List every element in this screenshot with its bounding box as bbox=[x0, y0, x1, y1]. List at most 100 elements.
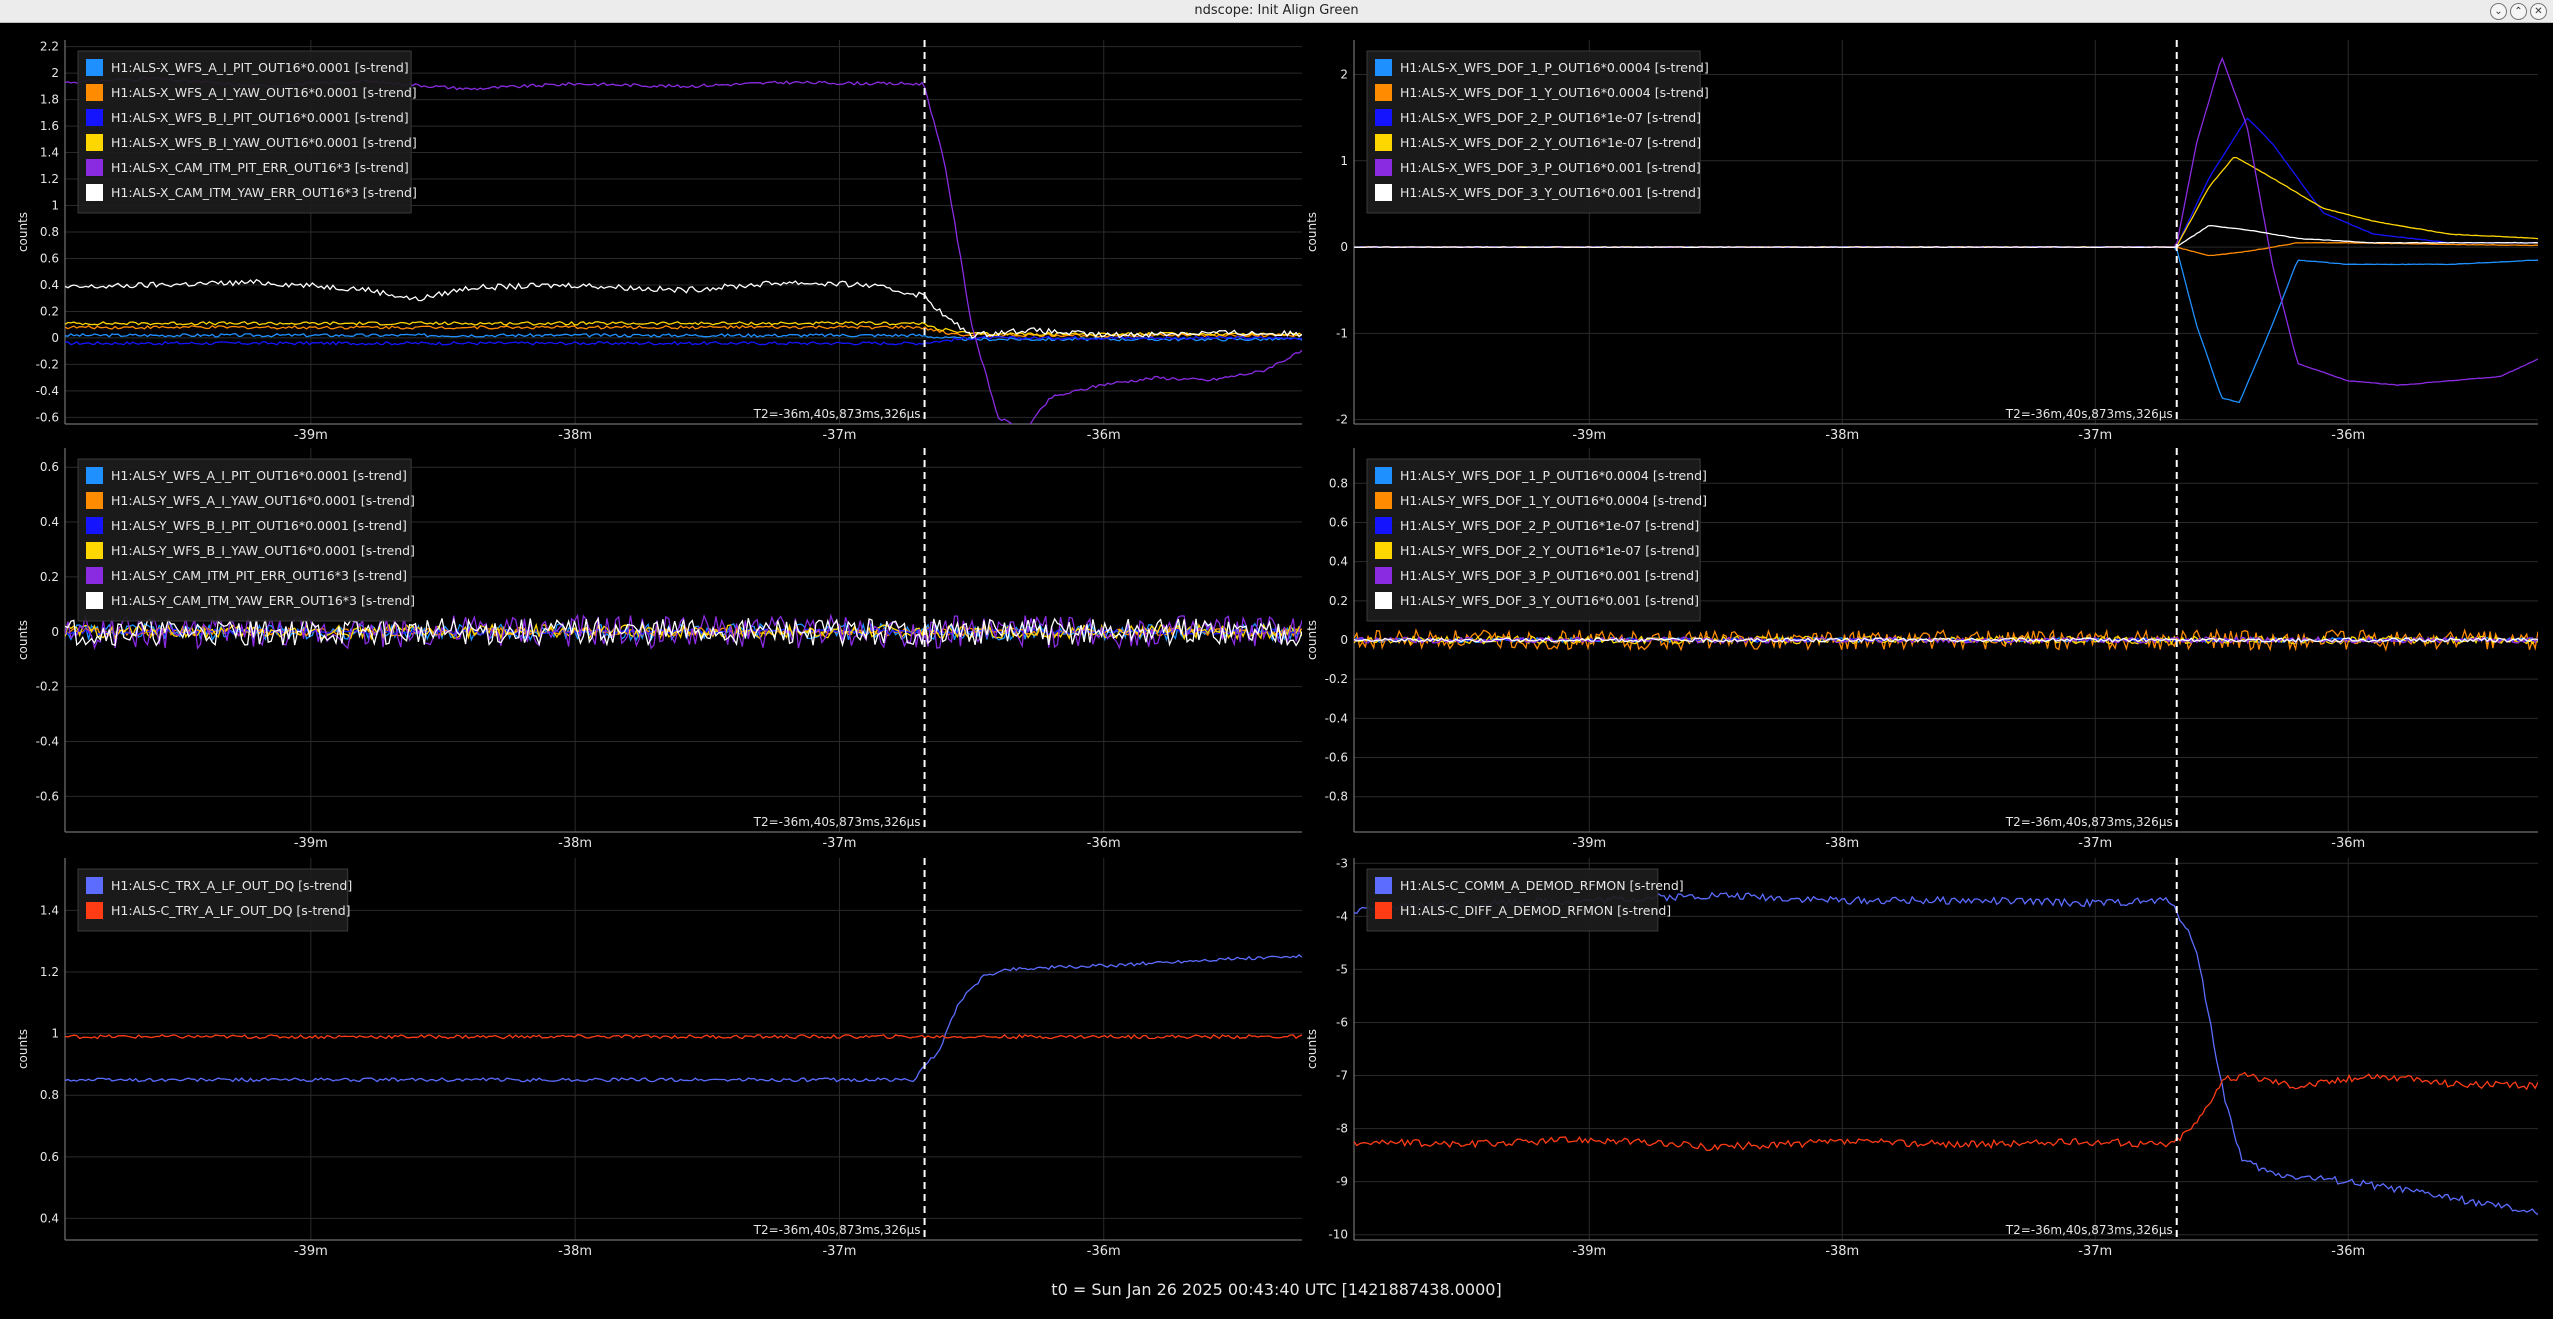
legend-entry: H1:ALS-C_TRX_A_LF_OUT_DQ [s-trend] bbox=[111, 878, 352, 893]
t0-label: t0 = Sun Jan 26 2025 00:43:40 UTC [14218… bbox=[1051, 1280, 1502, 1299]
x-tick-label: -37m bbox=[2078, 428, 2112, 443]
y-tick-label: 0.2 bbox=[40, 570, 59, 584]
y-tick-label: 2 bbox=[1340, 68, 1348, 82]
y-tick-label: 0.6 bbox=[1329, 515, 1348, 529]
legend-swatch bbox=[1375, 134, 1392, 151]
cursor-label: T2=-36m,40s,873ms,326μs bbox=[2005, 1223, 2173, 1237]
legend-swatch bbox=[1375, 517, 1392, 534]
legend-swatch bbox=[1375, 902, 1392, 919]
legend-entry: H1:ALS-X_WFS_DOF_1_Y_OUT16*0.0004 [s-tre… bbox=[1400, 85, 1709, 100]
legend-swatch bbox=[1375, 109, 1392, 126]
legend-swatch bbox=[1375, 184, 1392, 201]
legend-entry: H1:ALS-X_WFS_DOF_3_P_OUT16*0.001 [s-tren… bbox=[1400, 160, 1701, 175]
legend-swatch bbox=[86, 109, 103, 126]
y-tick-label: -6 bbox=[1336, 1015, 1348, 1029]
legend-entry: H1:ALS-X_WFS_A_I_PIT_OUT16*0.0001 [s-tre… bbox=[111, 60, 409, 75]
series-line-1 bbox=[65, 1033, 1302, 1040]
y-axis-label: counts bbox=[16, 212, 30, 252]
y-tick-label: -0.6 bbox=[36, 410, 59, 424]
x-tick-label: -39m bbox=[1572, 1244, 1606, 1259]
x-tick-label: -38m bbox=[1825, 836, 1859, 851]
x-tick-label: -36m bbox=[2331, 1244, 2365, 1259]
legend-swatch bbox=[1375, 492, 1392, 509]
chart-demod: -39m -38m -37m -36m -10 -9 -8 -7 -6 -5 -4 -3 counts T… bbox=[1305, 856, 2538, 1259]
legend-entry: H1:ALS-Y_WFS_DOF_3_Y_OUT16*0.001 [s-tren… bbox=[1400, 593, 1699, 608]
legend-swatch bbox=[1375, 877, 1392, 894]
chart-yarm-wfs: -39m -38m -37m -36m -0.6 -0.4 -0.2 0 0.2 0.4 0.6 co… bbox=[16, 448, 1302, 851]
legend-entry: H1:ALS-X_CAM_ITM_PIT_ERR_OUT16*3 [s-tren… bbox=[111, 160, 409, 175]
series-group bbox=[1354, 891, 2538, 1216]
legend-swatch bbox=[1375, 542, 1392, 559]
y-tick-label: -0.6 bbox=[36, 789, 59, 803]
legend-entry: H1:ALS-X_WFS_DOF_2_P_OUT16*1e-07 [s-tren… bbox=[1400, 110, 1701, 125]
series-line-0 bbox=[65, 954, 1302, 1083]
series-line-0 bbox=[1354, 246, 2538, 404]
y-tick-label: 1.6 bbox=[40, 119, 59, 133]
legend-entry: H1:ALS-X_WFS_DOF_1_P_OUT16*0.0004 [s-tre… bbox=[1400, 60, 1709, 75]
y-tick-label: -0.2 bbox=[1325, 672, 1348, 686]
legend-entry: H1:ALS-C_COMM_A_DEMOD_RFMON [s-trend] bbox=[1400, 878, 1684, 893]
legend-swatch bbox=[1375, 159, 1392, 176]
x-tick-label: -37m bbox=[822, 428, 856, 443]
y-axis-label: counts bbox=[1305, 620, 1319, 660]
x-tick-label: -39m bbox=[294, 1244, 328, 1259]
window-titlebar: ndscope: Init Align Green ⌄ ⌃ ✕ bbox=[0, 0, 2553, 23]
x-tick-label: -39m bbox=[1572, 836, 1606, 851]
legend-entry: H1:ALS-C_TRY_A_LF_OUT_DQ [s-trend] bbox=[111, 903, 351, 918]
close-icon[interactable]: ✕ bbox=[2530, 3, 2547, 20]
y-tick-label: 0.2 bbox=[40, 304, 59, 318]
x-tick-label: -39m bbox=[1572, 428, 1606, 443]
x-tick-label: -36m bbox=[2331, 836, 2365, 851]
cursor-label: T2=-36m,40s,873ms,326μs bbox=[2005, 815, 2173, 829]
legend-entry: H1:ALS-X_CAM_ITM_YAW_ERR_OUT16*3 [s-tren… bbox=[111, 185, 417, 200]
series-line-1 bbox=[1354, 241, 2538, 257]
y-tick-label: -1 bbox=[1336, 326, 1348, 340]
chart-xarm-wfs: -39m -38m -37m -36m -0.6 -0.4 -0.2 0 0.2 0.4 0.6 0.… bbox=[16, 40, 1302, 443]
x-tick-label: -38m bbox=[558, 836, 592, 851]
y-axis-label: counts bbox=[16, 620, 30, 660]
y-tick-label: 1 bbox=[1340, 154, 1348, 168]
y-tick-label: -0.8 bbox=[1325, 790, 1348, 804]
series-group bbox=[1354, 627, 2538, 652]
y-tick-label: 1.8 bbox=[40, 93, 59, 107]
legend-entry: H1:ALS-X_WFS_DOF_3_Y_OUT16*0.001 [s-tren… bbox=[1400, 185, 1701, 200]
x-tick-label: -36m bbox=[1087, 1244, 1121, 1259]
window-title: ndscope: Init Align Green bbox=[1194, 3, 1359, 18]
plot-grid: -39m -38m -37m -36m -0.6 -0.4 -0.2 0 0.2 0.4 0.6 0.… bbox=[16, 40, 2538, 1259]
cursor-label: T2=-36m,40s,873ms,326μs bbox=[753, 815, 921, 829]
y-tick-label: 0 bbox=[51, 625, 59, 639]
y-tick-label: 0.6 bbox=[40, 251, 59, 265]
legend-entry: H1:ALS-Y_WFS_A_I_YAW_OUT16*0.0001 [s-tre… bbox=[111, 493, 415, 508]
y-tick-label: -0.2 bbox=[36, 680, 59, 694]
legend-swatch bbox=[86, 84, 103, 101]
y-tick-label: 0.2 bbox=[1329, 594, 1348, 608]
legend-entry: H1:ALS-Y_WFS_DOF_3_P_OUT16*0.001 [s-tren… bbox=[1400, 568, 1699, 583]
legend-swatch bbox=[86, 902, 103, 919]
y-tick-label: -8 bbox=[1336, 1122, 1348, 1136]
x-tick-label: -38m bbox=[1825, 1244, 1859, 1259]
x-tick-label: -36m bbox=[1087, 428, 1121, 443]
y-tick-label: 1.4 bbox=[40, 903, 59, 917]
cursor-label: T2=-36m,40s,873ms,326μs bbox=[753, 1223, 921, 1237]
x-tick-label: -38m bbox=[1825, 428, 1859, 443]
legend-swatch bbox=[86, 184, 103, 201]
minimize-icon[interactable]: ⌄ bbox=[2490, 3, 2507, 20]
legend-swatch bbox=[86, 542, 103, 559]
x-tick-label: -37m bbox=[822, 836, 856, 851]
legend-entry: H1:ALS-Y_WFS_DOF_1_P_OUT16*0.0004 [s-tre… bbox=[1400, 468, 1707, 483]
legend-entry: H1:ALS-X_WFS_B_I_PIT_OUT16*0.0001 [s-tre… bbox=[111, 110, 409, 125]
chart-trans: -39m -38m -37m -36m 0.4 0.6 0.8 1 1.2 1.4 counts T2… bbox=[16, 858, 1302, 1259]
y-tick-label: -10 bbox=[1328, 1228, 1348, 1242]
y-tick-label: -2 bbox=[1336, 413, 1348, 427]
y-tick-label: -0.6 bbox=[1325, 751, 1348, 765]
legend-entry: H1:ALS-Y_WFS_DOF_1_Y_OUT16*0.0004 [s-tre… bbox=[1400, 493, 1707, 508]
y-tick-label: -4 bbox=[1336, 909, 1348, 923]
y-tick-label: 0.4 bbox=[40, 515, 59, 529]
x-tick-label: -36m bbox=[1087, 836, 1121, 851]
y-tick-label: 0 bbox=[1340, 633, 1348, 647]
series-line-0 bbox=[65, 332, 1302, 342]
legend-entry: H1:ALS-X_WFS_DOF_2_Y_OUT16*1e-07 [s-tren… bbox=[1400, 135, 1701, 150]
y-tick-label: 1.4 bbox=[40, 146, 59, 160]
y-tick-label: -5 bbox=[1336, 962, 1348, 976]
maximize-icon[interactable]: ⌃ bbox=[2510, 3, 2527, 20]
